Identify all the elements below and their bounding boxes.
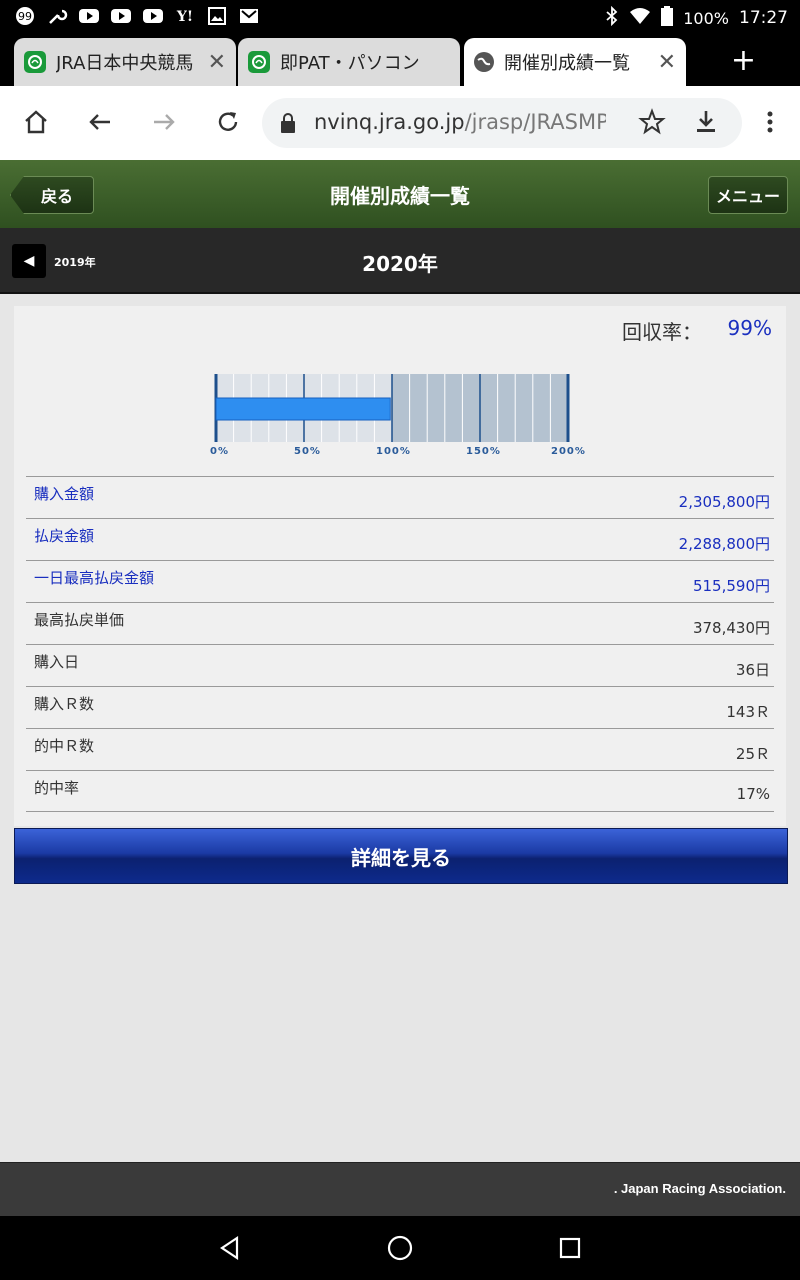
row-value: 143Ｒ <box>726 703 770 721</box>
svg-text:Y!: Y! <box>176 9 193 25</box>
more-options-icon[interactable] <box>750 102 790 142</box>
row-value: 378,430円 <box>692 619 770 637</box>
system-status: 100% 17:27 <box>605 5 788 30</box>
page-footer: . Japan Racing Association. <box>0 1162 800 1216</box>
year-navigation: ◀ 2019年 2020年 <box>0 228 800 294</box>
row-value: 36日 <box>735 661 770 679</box>
tab-results[interactable]: 開催別成績一覧 ✕ <box>464 38 686 86</box>
yahoo-icon: Y! <box>174 5 196 27</box>
bluetooth-icon <box>605 5 619 30</box>
table-row[interactable]: 一日最高払戻金額 515,590円 <box>26 560 774 602</box>
battery-percent: 100% <box>683 8 729 28</box>
gauge-tick-label: 100% <box>376 446 411 457</box>
table-row: 購入日 36日 <box>26 644 774 686</box>
address-bar[interactable]: nvinq.jra.go.jp/jrasp/JRASMP( <box>262 98 742 148</box>
gauge-fill <box>215 397 391 421</box>
back-arrow-icon[interactable] <box>80 102 120 142</box>
close-icon[interactable]: ✕ <box>208 50 226 75</box>
tab-strip: JRA日本中央競馬 ✕ 即PAT・パソコン 開催別成績一覧 ✕ + <box>0 34 800 86</box>
image-icon <box>206 5 228 27</box>
browser-toolbar: nvinq.jra.go.jp/jrasp/JRASMP( <box>0 86 800 160</box>
prev-year-button[interactable]: ◀ <box>12 244 46 278</box>
close-icon[interactable]: ✕ <box>658 50 676 75</box>
tab-title: 開催別成績一覧 <box>504 53 630 74</box>
menu-button[interactable]: メニュー <box>708 176 788 214</box>
row-label: 的中Ｒ数 <box>34 737 95 755</box>
reload-icon[interactable] <box>208 102 248 142</box>
gauge-tick-labels: 0% 50% 100% 150% 200% <box>210 446 585 460</box>
current-year: 2020年 <box>362 252 438 276</box>
url-host: nvinq.jra.go.jp <box>314 110 465 134</box>
youtube-icon <box>142 5 164 27</box>
youtube-icon <box>110 5 132 27</box>
wifi-icon <box>629 7 651 29</box>
quote-icon: 99 <box>14 5 36 27</box>
back-button[interactable]: 戻る <box>10 176 94 214</box>
copyright-text: . Japan Racing Association. <box>613 1181 786 1196</box>
row-label: 購入Ｒ数 <box>34 695 95 713</box>
lock-icon <box>281 113 295 133</box>
gauge-tick-label: 50% <box>294 446 321 457</box>
row-value: 2,288,800円 <box>678 535 770 553</box>
gmail-icon <box>238 5 260 27</box>
notification-icons: 99 Y! <box>14 5 260 27</box>
recovery-gauge: 0% 50% 100% 150% 200% <box>210 374 585 457</box>
home-icon[interactable] <box>16 102 56 142</box>
triangle-left-icon: ◀ <box>23 253 35 269</box>
table-row[interactable]: 払戻金額 2,288,800円 <box>26 518 774 560</box>
results-card: 回収率： 99% 0% 50% 100% 150% 200% 購入金額 2,305… <box>14 306 786 826</box>
url-path: /jrasp/JRASMP( <box>464 110 606 134</box>
row-label[interactable]: 一日最高払戻金額 <box>34 567 154 588</box>
prev-year-label[interactable]: 2019年 <box>54 254 96 270</box>
row-value: 17% <box>736 785 770 803</box>
system-nav-bar <box>0 1216 800 1280</box>
page-header: 戻る 開催別成績一覧 メニュー <box>0 160 800 228</box>
table-row: 的中Ｒ数 25Ｒ <box>26 728 774 770</box>
tab-pat[interactable]: 即PAT・パソコン <box>238 38 460 86</box>
gauge-bar <box>214 374 570 442</box>
row-label: 購入日 <box>34 653 80 671</box>
gauge-tick-label: 200% <box>551 446 586 457</box>
recovery-rate-value: 99% <box>727 316 772 340</box>
jra-icon <box>24 51 46 73</box>
url-text: nvinq.jra.go.jp/jrasp/JRASMP( <box>314 110 606 134</box>
row-value: 25Ｒ <box>735 745 770 763</box>
view-details-button[interactable]: 詳細を見る <box>14 828 788 884</box>
table-row: 最高払戻単価 378,430円 <box>26 602 774 644</box>
row-value: 515,590円 <box>692 577 770 595</box>
new-tab-icon[interactable]: + <box>731 46 756 76</box>
gauge-tick-label: 0% <box>210 446 229 457</box>
battery-icon <box>661 6 674 30</box>
clock: 17:27 <box>739 8 788 28</box>
stats-table: 購入金額 2,305,800円 払戻金額 2,288,800円 一日最高払戻金額 51… <box>26 476 774 812</box>
status-bar: 99 Y! 100% 17:27 <box>0 0 800 34</box>
nav-back-icon[interactable] <box>212 1230 248 1266</box>
tab-title: 即PAT・パソコン <box>280 53 420 74</box>
wrench-icon <box>46 5 68 27</box>
tab-jra[interactable]: JRA日本中央競馬 ✕ <box>14 38 236 86</box>
table-row[interactable]: 購入金額 2,305,800円 <box>26 476 774 518</box>
table-row: 購入Ｒ数 143Ｒ <box>26 686 774 728</box>
recovery-rate-label: 回収率： <box>622 320 702 344</box>
page-title: 開催別成績一覧 <box>330 184 470 208</box>
row-label[interactable]: 購入金額 <box>34 483 94 504</box>
download-icon[interactable] <box>686 102 726 142</box>
row-label: 最高払戻単価 <box>34 611 125 629</box>
tab-title: JRA日本中央競馬 <box>56 53 194 74</box>
star-icon[interactable] <box>632 102 672 142</box>
globe-icon <box>474 52 494 72</box>
table-row: 的中率 17% <box>26 770 774 812</box>
row-label[interactable]: 払戻金額 <box>34 525 94 546</box>
gauge-tick-label: 150% <box>466 446 501 457</box>
row-label: 的中率 <box>34 779 80 797</box>
nav-recents-icon[interactable] <box>552 1230 588 1266</box>
svg-text:99: 99 <box>18 10 32 23</box>
nav-home-icon[interactable] <box>382 1230 418 1266</box>
youtube-icon <box>78 5 100 27</box>
jra-icon <box>248 51 270 73</box>
row-value: 2,305,800円 <box>678 493 770 511</box>
forward-arrow-icon[interactable] <box>144 102 184 142</box>
